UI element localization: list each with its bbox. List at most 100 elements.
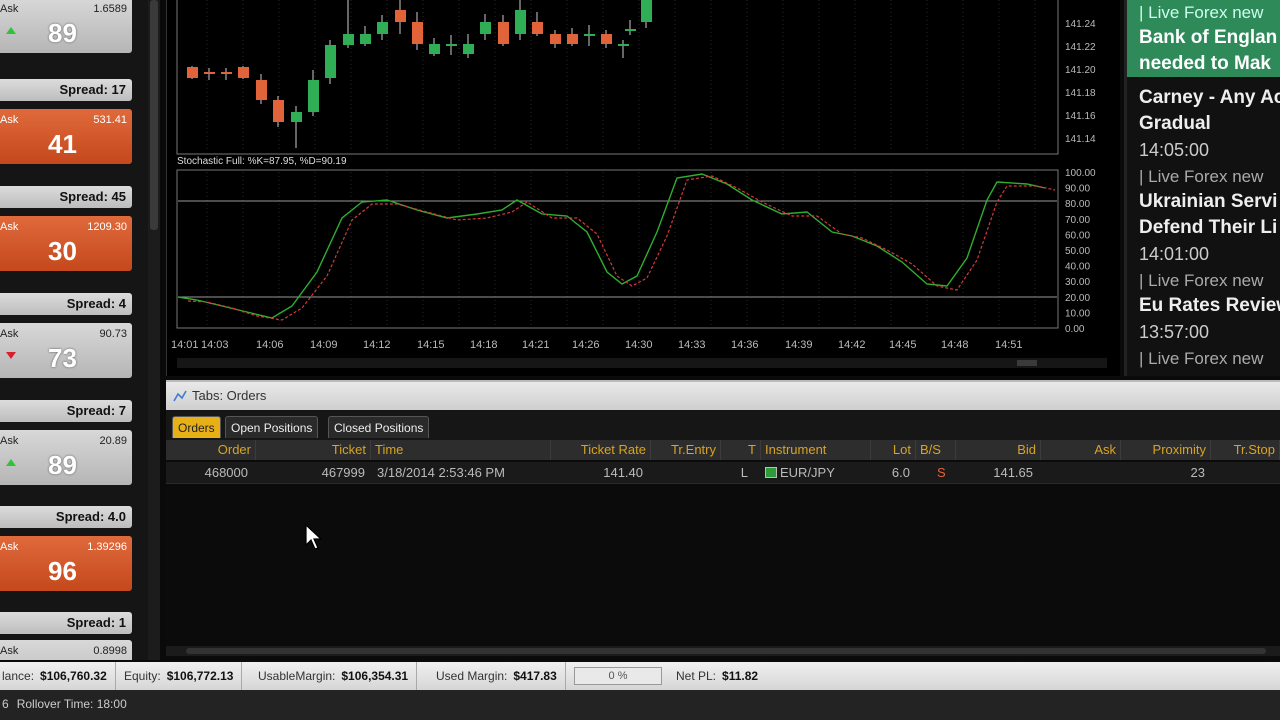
ask-label: Ask [0, 221, 19, 233]
news-headline[interactable]: Defend Their Li [1127, 215, 1280, 241]
orders-horizontal-scrollbar[interactable] [166, 646, 1280, 656]
ask-label: Ask [0, 328, 19, 340]
tab-orders[interactable]: Orders [172, 416, 221, 438]
rollover-bar: 6 Rollover Time: 18:00 [0, 690, 1280, 720]
balance-field: lance: $106,760.32 [2, 662, 116, 690]
time-tick: 14:15 [417, 339, 445, 351]
col-instrument[interactable]: Instrument [761, 440, 871, 460]
candle-up [343, 34, 354, 45]
news-headline[interactable]: Bank of Englan [1127, 25, 1280, 51]
candle-down [412, 22, 423, 44]
instrument-flag-icon [765, 467, 777, 478]
ask-price: 0.8998 [93, 645, 127, 657]
quote-board-scrollbar[interactable] [148, 0, 160, 660]
ask-price: 531.41 [93, 114, 127, 126]
col-time[interactable]: Time [371, 440, 551, 460]
trading-window: Ask 1.6589 89 Spread: 17 Ask 531.41 41 Spread: … [0, 0, 1280, 720]
arrow-up-icon [6, 27, 16, 34]
ask-pips: 96 [48, 556, 77, 586]
mouse-cursor-icon [305, 524, 323, 550]
net-pl-value: $11.82 [722, 669, 759, 683]
net-pl-label: Net PL: [676, 669, 717, 683]
spread-label: Spread: 4.0 [0, 506, 132, 528]
ask-price: 1.39296 [87, 541, 127, 553]
candle-down [238, 67, 249, 78]
col-bs[interactable]: B/S [916, 440, 956, 460]
news-headline[interactable]: Gradual [1127, 111, 1280, 137]
tab-closed-positions[interactable]: Closed Positions [328, 416, 430, 438]
time-tick: 14:06 [256, 339, 284, 351]
candle-down [256, 80, 267, 100]
spread-label: Spread: 7 [0, 400, 132, 422]
spread-label: Spread: 4 [0, 293, 132, 315]
time-tick: 14:18 [470, 339, 498, 351]
col-tr-entry[interactable]: Tr.Entry [651, 440, 721, 460]
time-tick: 14:30 [625, 339, 653, 351]
news-headline[interactable]: Ukrainian Servi [1127, 189, 1280, 215]
news-spacer [1127, 77, 1280, 85]
col-tr-stop[interactable]: Tr.Stop [1211, 440, 1280, 460]
news-time: 14:05:00 [1139, 140, 1210, 160]
ask-button[interactable]: Ask 531.41 41 [0, 109, 132, 164]
ask-label: Ask [0, 3, 19, 15]
news-source: | Live Forex new [1139, 271, 1264, 290]
ask-button[interactable]: Ask 20.89 89 [0, 430, 132, 485]
ask-button[interactable]: Ask 1.6589 89 [0, 0, 132, 53]
col-bid[interactable]: Bid [956, 440, 1041, 460]
rollover-prefix: 6 [2, 697, 9, 711]
candle-up [618, 44, 629, 46]
ask-label: Ask [0, 435, 19, 447]
ask-button[interactable]: Ask 90.73 73 [0, 323, 132, 378]
candle-down [532, 22, 543, 34]
used-margin-field: Used Margin: $417.83 [436, 662, 566, 690]
scrollbar-thumb[interactable] [186, 648, 1266, 654]
ask-price: 1209.30 [87, 221, 127, 233]
ask-label: Ask [0, 541, 19, 553]
price-chart[interactable]: 141.24 141.22 141.20 141.18 141.16 141.14 100.… [166, 0, 1120, 376]
arrow-up-icon [6, 459, 16, 466]
col-t[interactable]: T [721, 440, 761, 460]
ask-label: Ask [0, 114, 19, 126]
ask-pips: 41 [48, 129, 77, 159]
ask-button[interactable]: Ask 1.39296 96 [0, 536, 132, 591]
price-tick: 141.20 [1065, 65, 1096, 76]
table-row[interactable]: 468000 467999 3/18/2014 2:53:46 PM 141.4… [166, 462, 1280, 484]
candle-down [550, 34, 561, 44]
news-headline[interactable]: Eu Rates Review [1127, 293, 1280, 319]
candle-up [480, 22, 491, 34]
candle-down [567, 34, 578, 44]
time-tick: 14:39 [785, 339, 813, 351]
time-tick: 14:48 [941, 339, 969, 351]
tab-open-positions[interactable]: Open Positions [225, 416, 319, 438]
cell-type: L [740, 465, 748, 480]
ask-button[interactable]: Ask 1209.30 30 [0, 216, 132, 271]
scrollbar-thumb[interactable] [150, 0, 158, 230]
candle-up [584, 34, 595, 36]
candle-down [204, 72, 215, 74]
stochastic-d-line [187, 175, 1056, 321]
price-tick: 141.24 [1065, 19, 1096, 30]
col-ticket[interactable]: Ticket [256, 440, 371, 460]
stochastic-label: Stochastic Full: %K=87.95, %D=90.19 [177, 156, 347, 167]
spread-label: Spread: 1 [0, 612, 132, 634]
cell-proximity: 23 [1190, 465, 1205, 480]
used-margin-label: Used Margin: [436, 669, 508, 683]
news-headline[interactable]: Carney - Any Ac [1127, 85, 1280, 111]
time-tick: 14:03 [201, 339, 229, 351]
stochastic-tick: 90.00 [1065, 184, 1090, 195]
col-lot[interactable]: Lot [871, 440, 916, 460]
candle-up [291, 112, 302, 122]
ask-button[interactable]: Ask 0.8998 [0, 640, 132, 660]
col-ticket-rate[interactable]: Ticket Rate [551, 440, 651, 460]
stochastic-tick: 60.00 [1065, 230, 1090, 241]
time-tick: 14:12 [363, 339, 391, 351]
col-order[interactable]: Order [166, 440, 256, 460]
news-headline[interactable]: needed to Mak [1127, 51, 1280, 77]
candle-down [273, 100, 284, 122]
ask-pips: 89 [48, 18, 77, 48]
time-tick: 14:21 [522, 339, 550, 351]
news-time: 13:57:00 [1139, 322, 1210, 342]
cell-ticket: 467999 [321, 465, 365, 480]
col-proximity[interactable]: Proximity [1121, 440, 1211, 460]
col-ask[interactable]: Ask [1041, 440, 1121, 460]
